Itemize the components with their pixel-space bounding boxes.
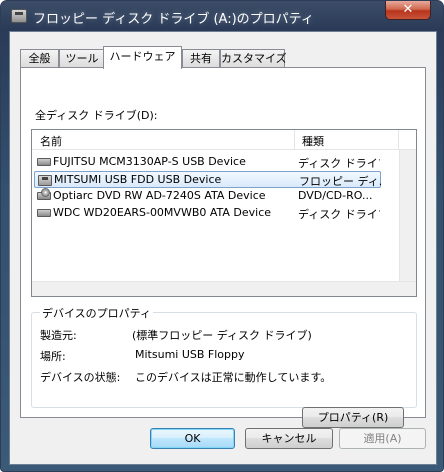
drive-name: MITSUMI USB FDD USB Device	[54, 173, 222, 186]
tab-hardware[interactable]: ハードウェア	[103, 46, 182, 69]
tab-general[interactable]: 全般	[20, 49, 59, 67]
list-item-selected[interactable]: MITSUMI USB FDD USB Device フロッピー ディ...	[34, 171, 381, 188]
tab-sharing[interactable]: 共有	[182, 49, 220, 67]
drive-type: DVD/CD-RO...	[298, 189, 373, 202]
column-separator[interactable]	[398, 130, 399, 149]
ok-button[interactable]: OK	[150, 428, 235, 449]
tab-customize[interactable]: カスタマイズ	[220, 49, 287, 67]
apply-button[interactable]: 適用(A)	[339, 428, 426, 449]
location-value: Mitsumi USB Floppy	[135, 348, 245, 361]
hard-drive-icon	[37, 158, 51, 166]
list-item[interactable]: FUJITSU MCM3130AP-S USB Device ディスク ドライブ	[34, 154, 381, 171]
drive-type: フロッピー ディ...	[299, 175, 381, 188]
drive-name: WDC WD20EARS-00MVWB0 ATA Device	[53, 206, 272, 219]
floppy-drive-icon	[11, 9, 27, 23]
group-title: デバイスのプロパティ	[40, 305, 154, 321]
column-header-type[interactable]: 種類	[302, 133, 324, 149]
drives-list[interactable]: 名前 種類 FUJITSU MCM3130AP-S USB Device ディス…	[31, 129, 417, 297]
hard-drive-icon	[37, 209, 51, 217]
device-properties-button[interactable]: プロパティ(R)	[302, 407, 404, 428]
list-item[interactable]: WDC WD20EARS-00MVWB0 ATA Device ディスク ドライ…	[34, 205, 381, 222]
dvd-drive-icon	[37, 188, 51, 200]
drive-name: FUJITSU MCM3130AP-S USB Device	[53, 155, 246, 168]
cancel-button[interactable]: キャンセル	[245, 428, 333, 449]
column-header-name[interactable]: 名前	[40, 133, 62, 149]
properties-window: フロッピー ディスク ドライブ (A:)のプロパティ ✕ 全般 ツール ハードウ…	[0, 0, 444, 472]
device-properties-group: デバイスのプロパティ 製造元: (標準フロッピー ディスク ドライブ) 場所: …	[31, 305, 417, 408]
hardware-panel: 全ディスク ドライブ(D): 名前 種類 FUJITSU MCM3130AP-S…	[20, 67, 426, 428]
tab-tools[interactable]: ツール	[59, 49, 105, 67]
horizontal-scrollbar[interactable]	[32, 281, 416, 296]
list-item[interactable]: Optiarc DVD RW AD-7240S ATA Device DVD/C…	[34, 188, 381, 205]
manufacturer-value: (標準フロッピー ディスク ドライブ)	[132, 329, 312, 342]
close-button[interactable]: ✕	[385, 1, 431, 20]
device-status-label: デバイスの状態:	[40, 371, 121, 384]
window-title: フロッピー ディスク ドライブ (A:)のプロパティ	[33, 12, 314, 27]
title-bar[interactable]: フロッピー ディスク ドライブ (A:)のプロパティ ✕	[1, 1, 443, 31]
dialog-body: 全般 ツール ハードウェア 共有 カスタマイズ 全ディスク ドライブ(D): 名…	[9, 31, 437, 465]
all-drives-label: 全ディスク ドライブ(D):	[35, 109, 158, 122]
drive-name: Optiarc DVD RW AD-7240S ATA Device	[53, 189, 266, 202]
location-label: 場所:	[40, 350, 66, 363]
device-status-value: このデバイスは正常に動作しています。	[135, 371, 332, 384]
column-separator[interactable]	[294, 130, 295, 149]
manufacturer-label: 製造元:	[40, 329, 77, 342]
drive-type: ディスク ドライブ	[298, 157, 380, 170]
drive-type: ディスク ドライブ	[298, 208, 380, 221]
list-header: 名前 種類	[32, 130, 416, 150]
floppy-drive-icon	[38, 175, 52, 186]
vertical-scrollbar[interactable]	[399, 150, 416, 281]
